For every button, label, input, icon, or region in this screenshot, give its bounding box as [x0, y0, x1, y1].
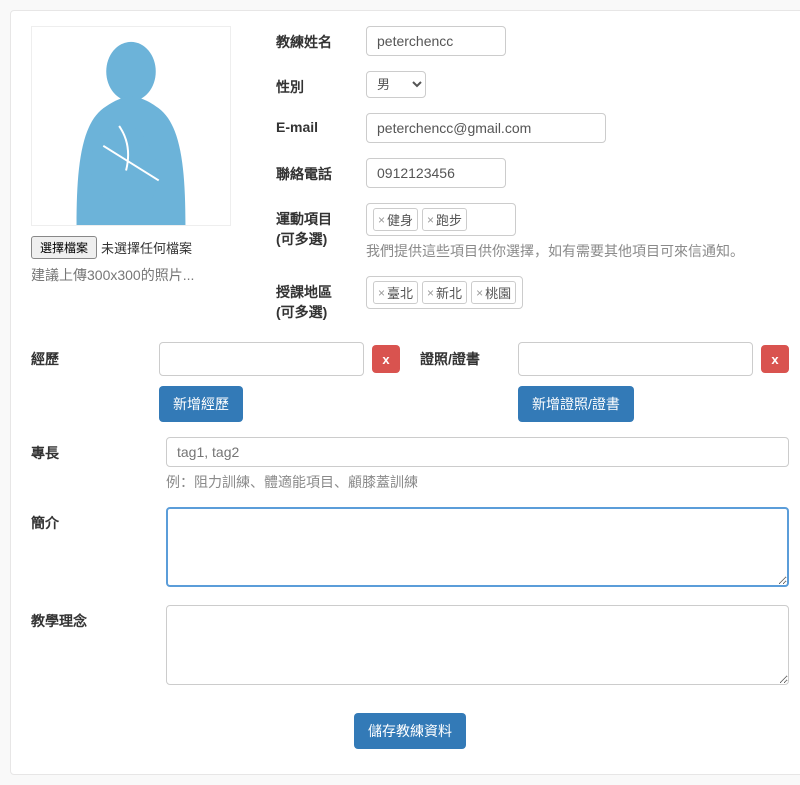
specialty-label: 專長 — [31, 437, 151, 463]
photo-hint: 建議上傳300x300的照片... — [31, 265, 246, 285]
tag-remove-icon[interactable]: × — [427, 214, 434, 226]
philosophy-textarea[interactable] — [166, 605, 789, 685]
certs-column: 證照/證書 x 新增證照/證書 — [420, 342, 789, 422]
area-tag: ×桃園 — [471, 281, 516, 304]
areas-tags-input[interactable]: ×臺北 ×新北 ×桃園 — [366, 276, 523, 309]
tag-remove-icon[interactable]: × — [427, 287, 434, 299]
phone-label: 聯絡電話 — [276, 158, 366, 184]
add-certs-button[interactable]: 新增證照/證書 — [518, 386, 634, 422]
bio-label: 簡介 — [31, 507, 151, 533]
tag-remove-icon[interactable]: × — [476, 287, 483, 299]
phone-input[interactable] — [366, 158, 506, 188]
experience-input[interactable] — [159, 342, 364, 376]
experience-remove-button[interactable]: x — [372, 345, 400, 373]
email-label: E-mail — [276, 113, 366, 135]
areas-label: 授課地區 (可多選) — [276, 276, 366, 322]
sports-label: 運動項目 (可多選) — [276, 203, 366, 249]
gender-select[interactable]: 男 — [366, 71, 426, 98]
tag-remove-icon[interactable]: × — [378, 214, 385, 226]
specialty-hint: 例：阻力訓練、體適能項目、顧膝蓋訓練 — [166, 472, 789, 492]
experience-column: 經歷 x 新增經歷 — [31, 342, 400, 422]
file-input-row: 選擇檔案 未選擇任何檔案 — [31, 236, 246, 259]
sport-tag: ×健身 — [373, 208, 418, 231]
sports-hint: 我們提供這些項目供你選擇，如有需要其他項目可來信通知。 — [366, 241, 789, 261]
experience-label: 經歷 — [31, 349, 151, 369]
photo-column: 選擇檔案 未選擇任何檔案 建議上傳300x300的照片... — [31, 26, 246, 337]
save-profile-button[interactable]: 儲存教練資料 — [354, 713, 466, 749]
submit-row: 儲存教練資料 — [31, 703, 789, 759]
bio-row: 簡介 — [31, 507, 789, 590]
certs-remove-button[interactable]: x — [761, 345, 789, 373]
certs-label: 證照/證書 — [420, 349, 510, 369]
area-tag: ×臺北 — [373, 281, 418, 304]
fields-column: 教練姓名 性別 男 E-mail 聯絡電話 — [276, 26, 789, 337]
tag-remove-icon[interactable]: × — [378, 287, 385, 299]
file-status-text: 未選擇任何檔案 — [101, 238, 192, 257]
philosophy-label: 教學理念 — [31, 605, 151, 631]
specialty-input[interactable] — [166, 437, 789, 467]
name-label: 教練姓名 — [276, 26, 366, 52]
experience-certs-section: 經歷 x 新增經歷 證照/證書 x 新增證照/證書 — [31, 342, 789, 422]
coach-profile-form: 選擇檔案 未選擇任何檔案 建議上傳300x300的照片... 教練姓名 性別 男 — [10, 10, 800, 775]
choose-file-button[interactable]: 選擇檔案 — [31, 236, 97, 259]
philosophy-row: 教學理念 — [31, 605, 789, 688]
top-section: 選擇檔案 未選擇任何檔案 建議上傳300x300的照片... 教練姓名 性別 男 — [31, 26, 789, 337]
add-experience-button[interactable]: 新增經歷 — [159, 386, 243, 422]
specialty-row: 專長 例：阻力訓練、體適能項目、顧膝蓋訓練 — [31, 437, 789, 492]
sport-tag: ×跑步 — [422, 208, 467, 231]
sports-tags-input[interactable]: ×健身 ×跑步 — [366, 203, 516, 236]
certs-input[interactable] — [518, 342, 753, 376]
gender-label: 性別 — [276, 71, 366, 97]
avatar-placeholder — [31, 26, 231, 226]
name-input[interactable] — [366, 26, 506, 56]
avatar-silhouette-icon — [32, 27, 230, 225]
bio-textarea[interactable] — [166, 507, 789, 587]
area-tag: ×新北 — [422, 281, 467, 304]
email-input[interactable] — [366, 113, 606, 143]
